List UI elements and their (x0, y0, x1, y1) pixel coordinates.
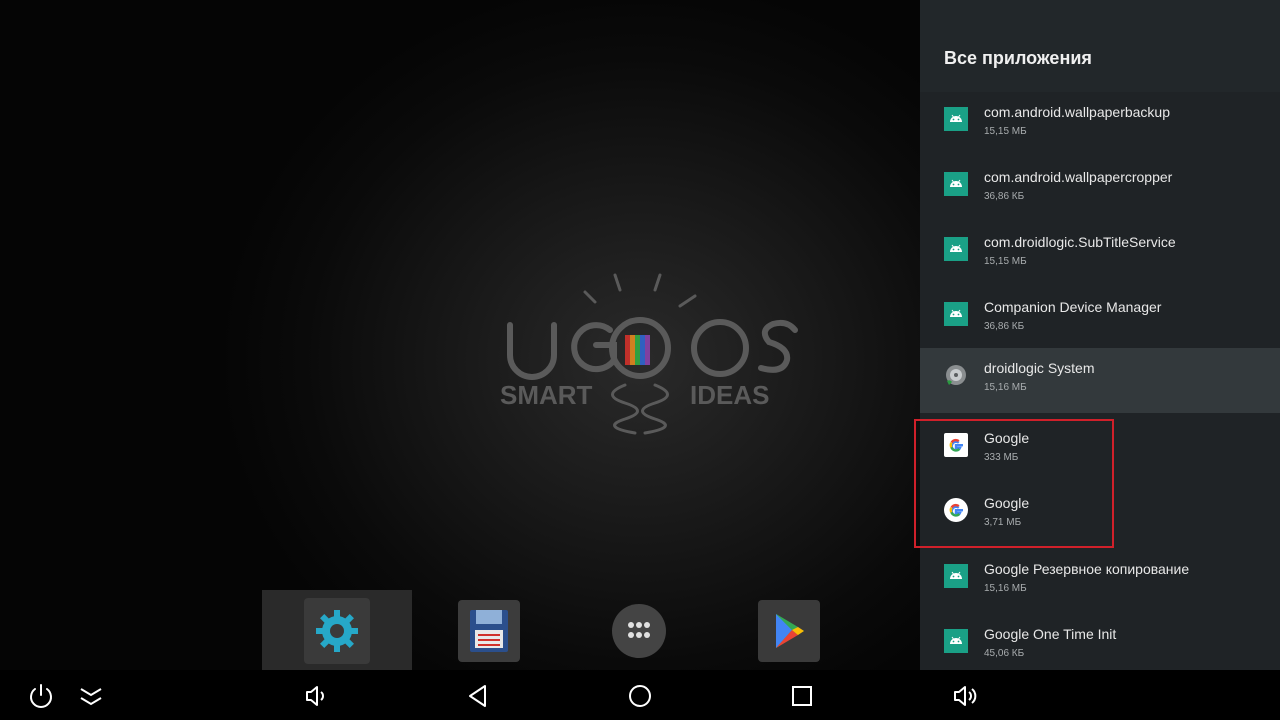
collapse-button[interactable] (73, 678, 109, 714)
back-icon (469, 685, 486, 707)
collapse-icon (80, 688, 102, 706)
app-name: Google One Time Init (984, 626, 1117, 642)
app-size: 15,16 МБ (984, 382, 1027, 393)
app-name: Google Резервное копирование (984, 561, 1190, 577)
app-size: 45,06 КБ (984, 648, 1025, 659)
volume-down-button[interactable] (296, 678, 332, 714)
volume-down-icon (306, 686, 324, 706)
dock-item-all-apps[interactable] (562, 590, 712, 670)
annotation-highlight-box (914, 419, 1114, 548)
volume-up-button[interactable] (946, 678, 982, 714)
app-size: 36,86 КБ (984, 191, 1025, 202)
app-list-item[interactable]: Google One Time Init 45,06 КБ (920, 614, 1280, 670)
home-button[interactable] (622, 678, 658, 714)
power-button[interactable] (23, 678, 59, 714)
android-icon (944, 302, 968, 326)
app-list-item[interactable]: com.android.wallpapercropper 36,86 КБ (920, 157, 1280, 222)
play-store-icon (758, 600, 820, 662)
android-icon (944, 564, 968, 588)
recents-button[interactable] (784, 678, 820, 714)
app-list-item[interactable]: com.android.wallpaperbackup 15,15 МБ (920, 92, 1280, 157)
app-list-item[interactable]: com.droidlogic.SubTitleService 15,15 МБ (920, 222, 1280, 287)
app-list-item[interactable]: Companion Device Manager 36,86 КБ (920, 287, 1280, 352)
droidlogic-icon (946, 365, 966, 385)
ugoos-logo: SMART IDEAS (500, 273, 798, 435)
dock-item-file-manager[interactable] (412, 590, 562, 670)
home-icon (629, 685, 651, 707)
volume-up-icon (954, 686, 977, 706)
app-size: 15,15 МБ (984, 126, 1027, 137)
android-icon (944, 629, 968, 653)
app-name: droidlogic System (984, 360, 1095, 376)
navigation-bar (0, 670, 1280, 720)
back-button[interactable] (460, 678, 496, 714)
app-list-item[interactable]: Google Резервное копирование 15,16 МБ (920, 549, 1280, 614)
app-name: Companion Device Manager (984, 299, 1162, 315)
dock (262, 590, 962, 670)
all-apps-panel: Все приложения com.android.wallpaperback… (920, 0, 1280, 670)
all-apps-icon (612, 604, 666, 658)
app-name: com.droidlogic.SubTitleService (984, 234, 1176, 250)
app-list-item-focused[interactable]: droidlogic System 15,16 МБ (920, 348, 1280, 413)
settings-icon (304, 598, 370, 664)
power-icon (30, 684, 52, 708)
app-name: com.android.wallpaperbackup (984, 104, 1170, 120)
android-icon (944, 107, 968, 131)
logo-tagline-left: SMART (500, 380, 593, 410)
dock-item-play-store[interactable] (712, 590, 862, 670)
app-size: 36,86 КБ (984, 321, 1025, 332)
dock-item-settings[interactable] (262, 590, 412, 670)
file-manager-icon (458, 600, 520, 662)
panel-header: Все приложения (920, 0, 1280, 92)
app-size: 15,15 МБ (984, 256, 1027, 267)
app-size: 15,16 МБ (984, 583, 1027, 594)
recents-icon (792, 686, 812, 706)
panel-title: Все приложения (944, 48, 1092, 68)
android-icon (944, 237, 968, 261)
logo-tagline-right: IDEAS (690, 380, 769, 410)
app-name: com.android.wallpapercropper (984, 169, 1173, 185)
android-icon (944, 172, 968, 196)
